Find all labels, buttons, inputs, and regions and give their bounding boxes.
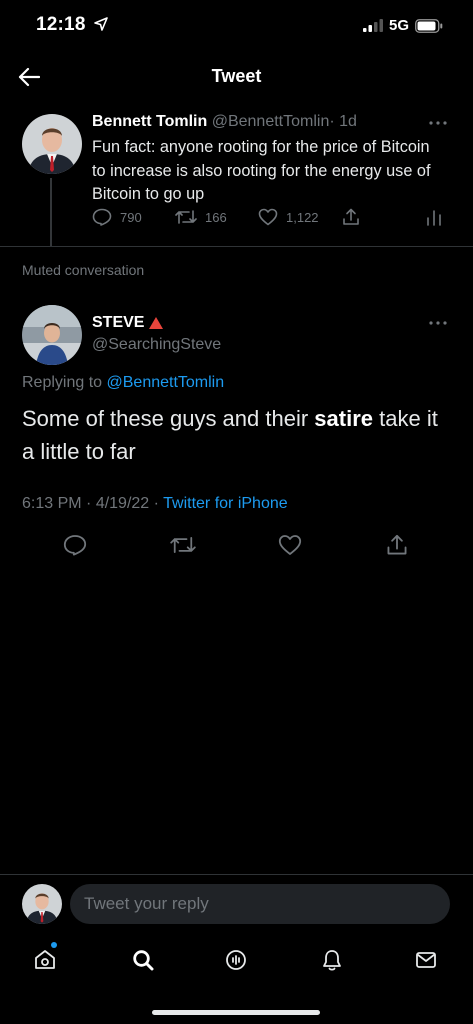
avatar-image (22, 114, 82, 174)
like-button[interactable] (275, 530, 305, 560)
tab-messages[interactable] (404, 938, 448, 982)
battery-icon (415, 18, 443, 33)
avatar-image (22, 305, 82, 365)
share-button[interactable] (342, 208, 360, 226)
share-icon (387, 534, 407, 555)
meta-separator: · (149, 495, 164, 512)
tab-notifications[interactable] (310, 938, 354, 982)
more-options-button[interactable] (429, 312, 447, 330)
tweet-actions (0, 530, 473, 560)
divider (0, 874, 473, 875)
spaces-icon (226, 950, 246, 970)
avatar[interactable] (22, 305, 82, 365)
tweet-date: 4/19/22 (95, 495, 150, 512)
avatar[interactable] (22, 114, 82, 174)
author-name[interactable]: Bennett Tomlin (92, 113, 207, 130)
muted-conversation-label[interactable]: Muted conversation (22, 262, 144, 278)
share-icon (343, 208, 359, 225)
analytics-icon (427, 210, 441, 226)
replying-to-label: Replying to (22, 374, 103, 391)
network-type: 5G (388, 17, 409, 34)
more-icon (429, 321, 447, 325)
like-count: 1,122 (286, 209, 319, 225)
divider (0, 246, 473, 247)
reply-button[interactable] (60, 530, 90, 560)
notifications-icon (323, 950, 341, 971)
status-time: 12:18 (36, 14, 108, 36)
tweet-source-link[interactable]: Twitter for iPhone (163, 495, 288, 512)
tweet-age: 1d (339, 113, 357, 130)
tweet-actions: 790 166 1,122 (92, 208, 450, 234)
reply-icon (92, 208, 112, 226)
share-button[interactable] (382, 530, 412, 560)
messages-icon (416, 952, 436, 968)
tab-spaces[interactable] (214, 938, 258, 982)
replying-to: Replying to @BennettTomlin (22, 374, 224, 392)
tab-bar (0, 938, 473, 982)
more-icon (429, 121, 447, 125)
notification-dot (51, 942, 57, 948)
tweet-header: Bennett Tomlin @BennettTomlin· 1d (92, 113, 357, 131)
status-indicators: 5G (362, 17, 443, 34)
retweet-icon (175, 210, 197, 224)
red-triangle-icon (149, 317, 164, 329)
separator: · (329, 113, 335, 130)
retweet-button[interactable] (168, 530, 198, 560)
page-title: Tweet (211, 66, 262, 86)
meta-separator: · (81, 495, 96, 512)
heart-icon (258, 208, 278, 226)
author-name-text: STEVE (92, 314, 145, 331)
author-handle[interactable]: @BennettTomlin (212, 113, 330, 130)
tweet-text-bold: satire (314, 406, 374, 431)
tweet-time: 6:13 PM (22, 495, 82, 512)
reply-button[interactable]: 790 (92, 208, 142, 226)
reply-count: 790 (120, 209, 142, 225)
status-time-text: 12:18 (36, 14, 86, 35)
tweet-text: Fun fact: anyone rooting for the price o… (92, 138, 431, 203)
retweet-count: 166 (205, 209, 227, 225)
signal-icon (362, 19, 383, 32)
home-icon (35, 950, 55, 969)
reply-icon (63, 535, 87, 556)
author-name[interactable]: STEVE (92, 314, 164, 332)
tweet-meta: 6:13 PM · 4/19/22 · Twitter for iPhone (22, 495, 288, 513)
avatar[interactable] (22, 884, 62, 924)
replying-to-link[interactable]: @BennettTomlin (107, 374, 225, 391)
home-indicator[interactable] (152, 1010, 320, 1015)
reply-input[interactable] (70, 884, 450, 924)
author-handle[interactable]: @SearchingSteve (92, 336, 221, 354)
avatar-image (22, 884, 62, 924)
retweet-icon (170, 537, 196, 553)
heart-icon (278, 535, 302, 555)
more-options-button[interactable] (429, 112, 447, 130)
retweet-button[interactable]: 166 (175, 208, 227, 226)
location-arrow-icon (94, 17, 108, 31)
thread-line (50, 178, 52, 246)
tweet-text-part: Some of these guys and their (22, 406, 315, 431)
analytics-button[interactable] (426, 208, 442, 226)
tab-home[interactable] (23, 938, 67, 982)
like-button[interactable]: 1,122 (258, 208, 319, 226)
tab-search[interactable] (121, 938, 165, 982)
tweet-text: Some of these guys and their satire take… (22, 402, 452, 468)
search-icon (133, 950, 154, 971)
